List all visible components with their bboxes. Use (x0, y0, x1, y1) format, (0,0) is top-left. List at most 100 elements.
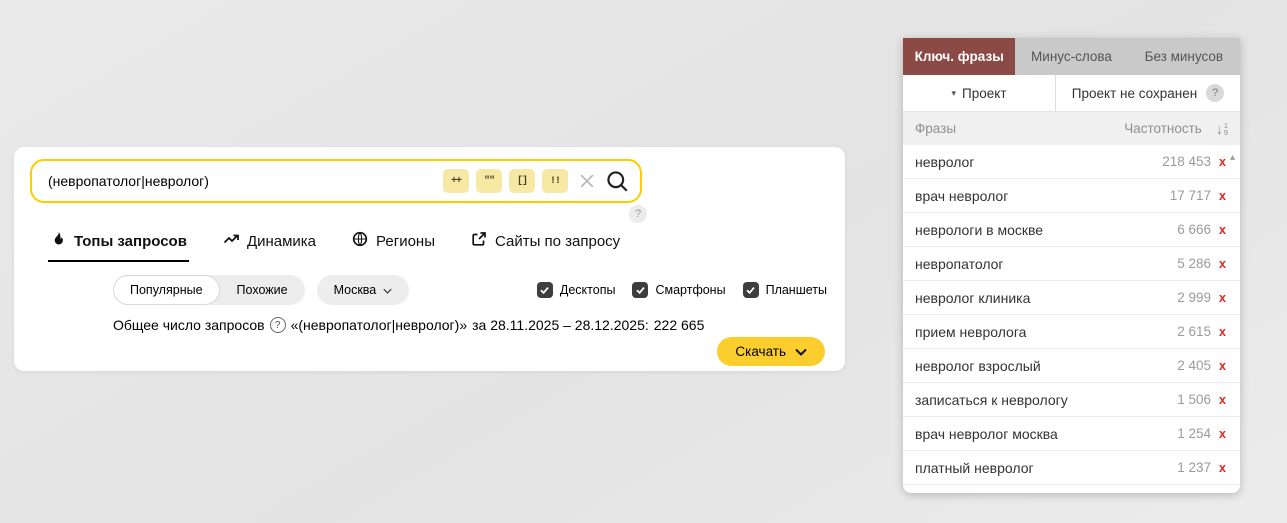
phrase-text: платный невролог (915, 459, 1034, 476)
sort-icon: ↓ 1 9 (1215, 120, 1228, 137)
scroll-up-icon[interactable]: ▲ (1228, 152, 1237, 162)
frequency-value: 1 237 (1177, 460, 1212, 475)
checkbox-desktops[interactable]: Десктопы (536, 282, 616, 298)
search-bar: (невропатолог|невролог) ++ "" [] !! (30, 159, 642, 203)
phrase-text: врач невролог москва (915, 425, 1058, 442)
phrase-text: записаться к неврологу (915, 391, 1068, 408)
chevron-down-icon (383, 283, 392, 297)
remove-phrase-icon[interactable]: x (1219, 189, 1226, 203)
operator-buttons: ++ "" [] !! (443, 169, 568, 193)
device-filters: Десктопы Смартфоны Планшеты (536, 282, 827, 298)
tab-dynamics[interactable]: Динамика (221, 231, 318, 262)
filters-row: Популярные Похожие Москва Десктопы Смарт… (113, 275, 827, 305)
region-label: Москва (333, 283, 377, 297)
table-row: невролог взрослый 2 405 x (903, 349, 1240, 383)
view-similar-pill[interactable]: Похожие (220, 275, 305, 305)
project-select[interactable]: ▾ Проект (903, 75, 1056, 111)
table-row: врач невролог москва 1 254 x (903, 417, 1240, 451)
phrase-text: врач невролог (915, 187, 1009, 204)
search-icon[interactable] (604, 168, 630, 194)
globe-icon (352, 231, 368, 251)
project-status-text: Проект не сохранен (1071, 85, 1198, 101)
caret-down-icon: ▾ (951, 87, 957, 98)
operator-exclamation-button[interactable]: !! (542, 169, 568, 193)
tab-label: Динамика (246, 232, 317, 250)
table-row: прием невролога 2 615 x (903, 315, 1240, 349)
frequency-value: 1 254 (1177, 426, 1212, 441)
tab-label: Регионы (376, 232, 435, 250)
summary-total: 222 665 (653, 317, 705, 333)
phrase-text: прием невролога (915, 323, 1027, 340)
checkbox-checked-icon (632, 282, 649, 298)
remove-phrase-icon[interactable]: x (1219, 223, 1226, 237)
flame-icon (50, 231, 66, 251)
frequency-value: 5 286 (1177, 256, 1212, 271)
project-status: Проект не сохранен ? (1056, 75, 1240, 111)
remove-phrase-icon[interactable]: x (1219, 155, 1226, 169)
phrase-text: неврологи в москве (915, 221, 1044, 238)
remove-phrase-icon[interactable]: x (1219, 461, 1226, 475)
remove-phrase-icon[interactable]: x (1219, 427, 1226, 441)
checkbox-checked-icon (536, 282, 553, 298)
wordstat-main-card: (невропатолог|невролог) ++ "" [] !! ? То… (14, 147, 845, 371)
frequency-value: 6 666 (1177, 222, 1212, 237)
remove-phrase-icon[interactable]: x (1219, 359, 1226, 373)
tab-label: Топы запросов (74, 232, 187, 250)
trend-icon (223, 231, 239, 251)
checkbox-label: Десктопы (559, 283, 616, 297)
phrase-text: невролог (915, 153, 975, 170)
tab-key-phrases[interactable]: Ключ. фразы (903, 38, 1016, 75)
total-queries-summary: Общее число запросов ? «(невропатолог|не… (113, 317, 704, 333)
download-button[interactable]: Скачать (717, 337, 825, 366)
column-frequency-label: Частотность (1124, 121, 1202, 136)
tab-minus-words[interactable]: Минус-слова (1015, 38, 1127, 75)
operator-quotes-button[interactable]: "" (476, 169, 502, 193)
summary-help-icon[interactable]: ? (269, 317, 286, 333)
remove-phrase-icon[interactable]: x (1219, 257, 1226, 271)
region-select[interactable]: Москва (316, 275, 410, 305)
tab-without-minus[interactable]: Без минусов (1128, 38, 1240, 75)
table-row: записаться к неврологу 1 506 x (903, 383, 1240, 417)
clear-icon[interactable] (578, 172, 596, 190)
operator-plus-button[interactable]: ++ (443, 169, 469, 193)
tab-label: Сайты по запросу (494, 232, 621, 250)
project-select-label: Проект (962, 85, 1007, 101)
phrase-text: невролог клиника (915, 289, 1031, 306)
tab-regions[interactable]: Регионы (350, 231, 437, 262)
table-row: невролог 218 453 x (903, 145, 1240, 179)
search-input[interactable]: (невропатолог|невролог) (48, 173, 435, 189)
view-popular-pill[interactable]: Популярные (113, 275, 220, 305)
frequency-value: 1 506 (1177, 392, 1212, 407)
phrase-text: невролог взрослый (915, 357, 1041, 374)
remove-phrase-icon[interactable]: x (1219, 393, 1226, 407)
table-row: врач невролог 17 717 x (903, 179, 1240, 213)
page: (невропатолог|невролог) ++ "" [] !! ? То… (0, 0, 1287, 523)
summary-query: «(невропатолог|невролог)» (290, 317, 468, 333)
download-label: Скачать (735, 344, 786, 359)
table-row: невропатолог 5 286 x (903, 247, 1240, 281)
table-header: Фразы Частотность ↓ 1 9 (903, 112, 1240, 145)
chevron-down-icon (795, 344, 807, 359)
external-link-icon (471, 231, 487, 251)
checkbox-smartphones[interactable]: Смартфоны (632, 282, 726, 298)
remove-phrase-icon[interactable]: x (1219, 291, 1226, 305)
main-tabs: Топы запросов Динамика Регионы Сайты по … (48, 231, 622, 262)
operator-brackets-button[interactable]: [] (509, 169, 535, 193)
column-frequency-sort[interactable]: Частотность ↓ 1 9 (1124, 121, 1228, 136)
checkbox-label: Смартфоны (655, 283, 726, 297)
project-help-icon[interactable]: ? (1206, 84, 1225, 102)
frequency-value: 218 453 (1162, 154, 1212, 169)
summary-prefix: Общее число запросов (113, 317, 265, 333)
checkbox-label: Планшеты (765, 283, 827, 297)
frequency-value: 2 615 (1177, 324, 1212, 339)
phrase-list: невролог 218 453 x врач невролог 17 717 … (903, 145, 1240, 485)
tab-top-queries[interactable]: Топы запросов (48, 231, 189, 262)
tab-sites-by-query[interactable]: Сайты по запросу (469, 231, 622, 262)
table-row: невролог клиника 2 999 x (903, 281, 1240, 315)
search-help-icon[interactable]: ? (629, 205, 647, 223)
view-toggle-group: Популярные Похожие (113, 275, 305, 305)
project-row: ▾ Проект Проект не сохранен ? (903, 75, 1240, 112)
table-row: неврологи в москве 6 666 x (903, 213, 1240, 247)
remove-phrase-icon[interactable]: x (1219, 325, 1226, 339)
checkbox-tablets[interactable]: Планшеты (742, 282, 827, 298)
